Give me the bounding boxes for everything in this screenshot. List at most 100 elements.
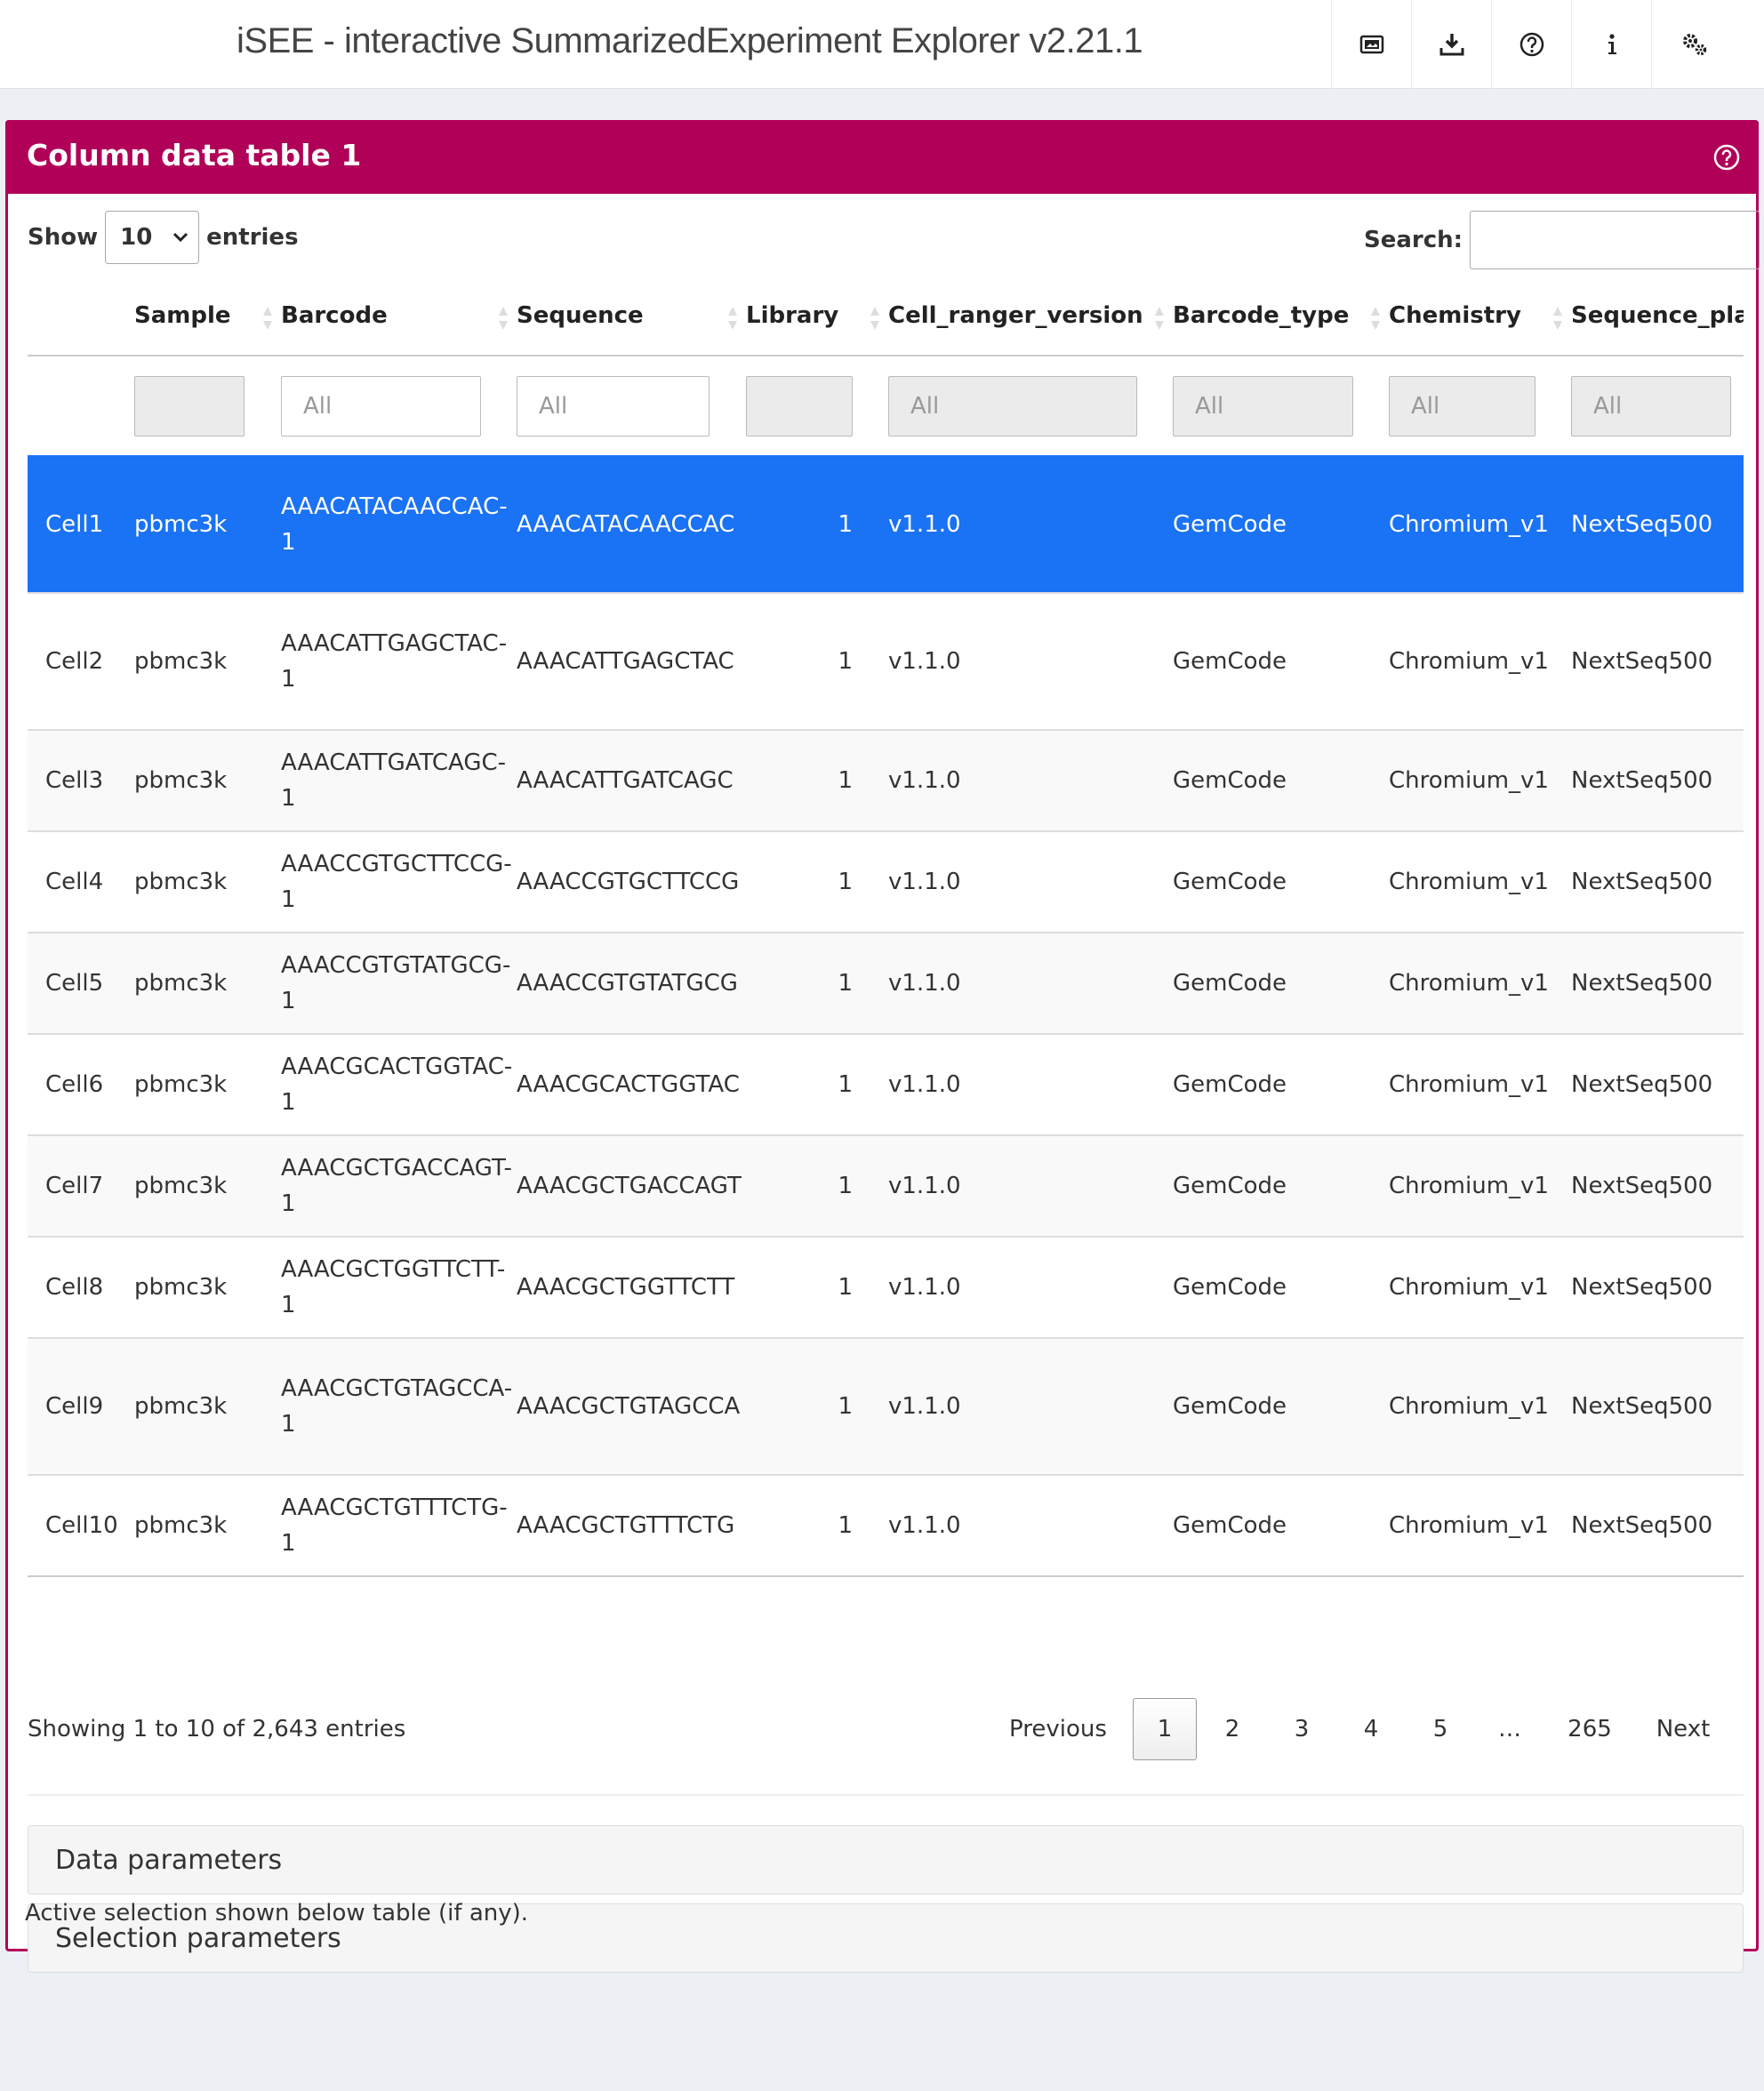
- column-header-sequence-plat[interactable]: Sequence_plat: [1571, 276, 1744, 357]
- table-cell: AAACATACAACCAC: [517, 455, 746, 593]
- selection-parameters-label: Selection parameters: [55, 1922, 341, 1954]
- table-cell: GemCode: [1173, 1337, 1389, 1475]
- table-cell: GemCode: [1173, 830, 1389, 933]
- chevron-down-icon: [173, 232, 188, 243]
- table-cell: Cell3: [28, 729, 134, 831]
- column-filter-input[interactable]: All: [1389, 375, 1535, 437]
- sort-arrows-icon: [1553, 307, 1562, 330]
- column-filter-input[interactable]: All: [1173, 375, 1353, 437]
- table-cell: GemCode: [1173, 1474, 1389, 1577]
- table-cell: AAACCGTGTATGCG: [517, 932, 746, 1034]
- column-filter-input[interactable]: All: [1571, 375, 1731, 437]
- table-info: Showing 1 to 10 of 2,643 entries: [28, 1716, 406, 1742]
- panel-help-icon[interactable]: [1712, 143, 1741, 172]
- table-cell: GemCode: [1173, 1236, 1389, 1338]
- column-filter-input[interactable]: [134, 375, 245, 437]
- table-cell: NextSeq500: [1571, 592, 1744, 730]
- table-cell: Chromium_v1: [1389, 932, 1571, 1034]
- table-row[interactable]: Cell5 pbmc3k AAACCGTGTATGCG-1 AAACCGTGTATGC…: [28, 932, 1744, 1034]
- table-cell: GemCode: [1173, 729, 1389, 831]
- data-parameters-label: Data parameters: [55, 1844, 283, 1876]
- table-filter-row: All All All All All All: [28, 356, 1744, 456]
- table-cell: Cell2: [28, 592, 134, 730]
- table-cell: AAACCGTGCTTCCG: [517, 830, 746, 933]
- table-cell: pbmc3k: [134, 830, 281, 933]
- sort-arrows-icon: [870, 307, 879, 330]
- pagination-page[interactable]: 3: [1268, 1698, 1335, 1760]
- table-cell: Cell8: [28, 1236, 134, 1338]
- table-row[interactable]: Cell3 pbmc3k AAACATTGATCAGC-1 AAACATTGATCAG…: [28, 729, 1744, 831]
- pagination-page[interactable]: 4: [1335, 1698, 1407, 1760]
- table-cell: Cell10: [28, 1474, 134, 1577]
- column-filter-input[interactable]: [746, 375, 853, 437]
- help-circle-icon: [1519, 32, 1544, 57]
- column-header-barcode-type[interactable]: Barcode_type: [1173, 276, 1389, 357]
- table-cell: AAACGCTGTAGCCA-1: [281, 1337, 517, 1475]
- column-filter-input[interactable]: All: [281, 375, 481, 437]
- search-input[interactable]: [1470, 211, 1760, 269]
- screenshot-button[interactable]: [1331, 0, 1411, 89]
- pagination-next[interactable]: Next: [1634, 1698, 1732, 1760]
- table-cell: Chromium_v1: [1389, 592, 1571, 730]
- table-cell: AAACGCTGGTTCTT-1: [281, 1236, 517, 1338]
- pagination-page[interactable]: 2: [1197, 1698, 1268, 1760]
- pagination-page[interactable]: 1: [1133, 1698, 1197, 1760]
- table-cell: AAACGCTGTTTCTG: [517, 1474, 746, 1577]
- table-cell: GemCode: [1173, 932, 1389, 1034]
- entries-select[interactable]: 10: [105, 211, 200, 264]
- table-row[interactable]: Cell4 pbmc3k AAACCGTGCTTCCG-1 AAACCGTGCTTCC…: [28, 830, 1744, 933]
- column-header-sample[interactable]: Sample: [134, 276, 281, 357]
- table-row[interactable]: Cell7 pbmc3k AAACGCTGACCAGT-1 AAACGCTGACCAG…: [28, 1134, 1744, 1237]
- table-row[interactable]: Cell6 pbmc3k AAACGCACTGGTAC-1 AAACGCACTGGTA…: [28, 1033, 1744, 1135]
- table-cell: 1: [746, 1033, 888, 1135]
- table-row[interactable]: Cell1 pbmc3k AAACATACAACCAC-1 AAACATACAACCA…: [28, 455, 1744, 593]
- table-cell: v1.1.0: [888, 455, 1173, 593]
- table-cell: NextSeq500: [1571, 932, 1744, 1034]
- column-header-chemistry[interactable]: Chemistry: [1389, 276, 1571, 357]
- sort-arrows-icon: [499, 307, 508, 330]
- table-row[interactable]: Cell9 pbmc3k AAACGCTGTAGCCA-1 AAACGCTGTAGCC…: [28, 1337, 1744, 1475]
- table-cell: Chromium_v1: [1389, 1236, 1571, 1338]
- table-cell: v1.1.0: [888, 1337, 1173, 1475]
- table-cell: pbmc3k: [134, 455, 281, 593]
- settings-button[interactable]: [1651, 0, 1737, 89]
- table-row[interactable]: Cell10 pbmc3k AAACGCTGTTTCTG-1 AAACGCTGTTTC…: [28, 1474, 1744, 1577]
- filter-cell: All: [281, 356, 517, 456]
- panel-title: Column data table 1: [27, 138, 362, 172]
- show-label: Show: [28, 224, 99, 251]
- sort-arrows-icon: [1155, 307, 1164, 330]
- column-filter-input[interactable]: All: [888, 375, 1137, 437]
- table-cell: 1: [746, 932, 888, 1034]
- screenshot-icon: [1359, 35, 1383, 54]
- column-header-label: Chemistry: [1389, 301, 1521, 329]
- pagination-previous[interactable]: Previous: [989, 1698, 1127, 1760]
- column-header-barcode[interactable]: Barcode: [281, 276, 517, 357]
- table-row[interactable]: Cell2 pbmc3k AAACATTGAGCTAC-1 AAACATTGAGCTA…: [28, 592, 1744, 730]
- column-filter-input[interactable]: All: [517, 375, 710, 437]
- table-cell: Cell4: [28, 830, 134, 933]
- column-header-cell-ranger-version[interactable]: Cell_ranger_version: [888, 276, 1173, 357]
- filter-cell: All: [1571, 356, 1744, 456]
- download-button[interactable]: [1411, 0, 1491, 89]
- pagination-page[interactable]: 5: [1407, 1698, 1474, 1760]
- table-search: Search:: [1364, 211, 1760, 269]
- data-parameters-accordion[interactable]: Data parameters: [28, 1825, 1744, 1895]
- table-cell: Chromium_v1: [1389, 830, 1571, 933]
- column-header-library[interactable]: Library: [746, 276, 888, 357]
- table-cell: pbmc3k: [134, 1337, 281, 1475]
- entries-label: entries: [206, 224, 299, 251]
- table-cell: Chromium_v1: [1389, 1337, 1571, 1475]
- pagination-page[interactable]: …: [1474, 1698, 1545, 1760]
- table-row[interactable]: Cell8 pbmc3k AAACGCTGGTTCTT-1 AAACGCTGGTTCT…: [28, 1236, 1744, 1338]
- table-cell: v1.1.0: [888, 830, 1173, 933]
- help-button[interactable]: [1491, 0, 1571, 89]
- column-header-sequence[interactable]: Sequence: [517, 276, 746, 357]
- filter-cell: [28, 356, 134, 456]
- column-header-rownames[interactable]: [28, 276, 134, 357]
- pagination-page[interactable]: 265: [1545, 1698, 1634, 1760]
- column-header-label: Library: [746, 301, 839, 329]
- table-body: Cell1 pbmc3k AAACATACAACCAC-1 AAACATACAACCA…: [28, 455, 1744, 1577]
- table-cell: 1: [746, 455, 888, 593]
- info-button[interactable]: [1571, 0, 1651, 89]
- sort-arrows-icon: [728, 307, 737, 330]
